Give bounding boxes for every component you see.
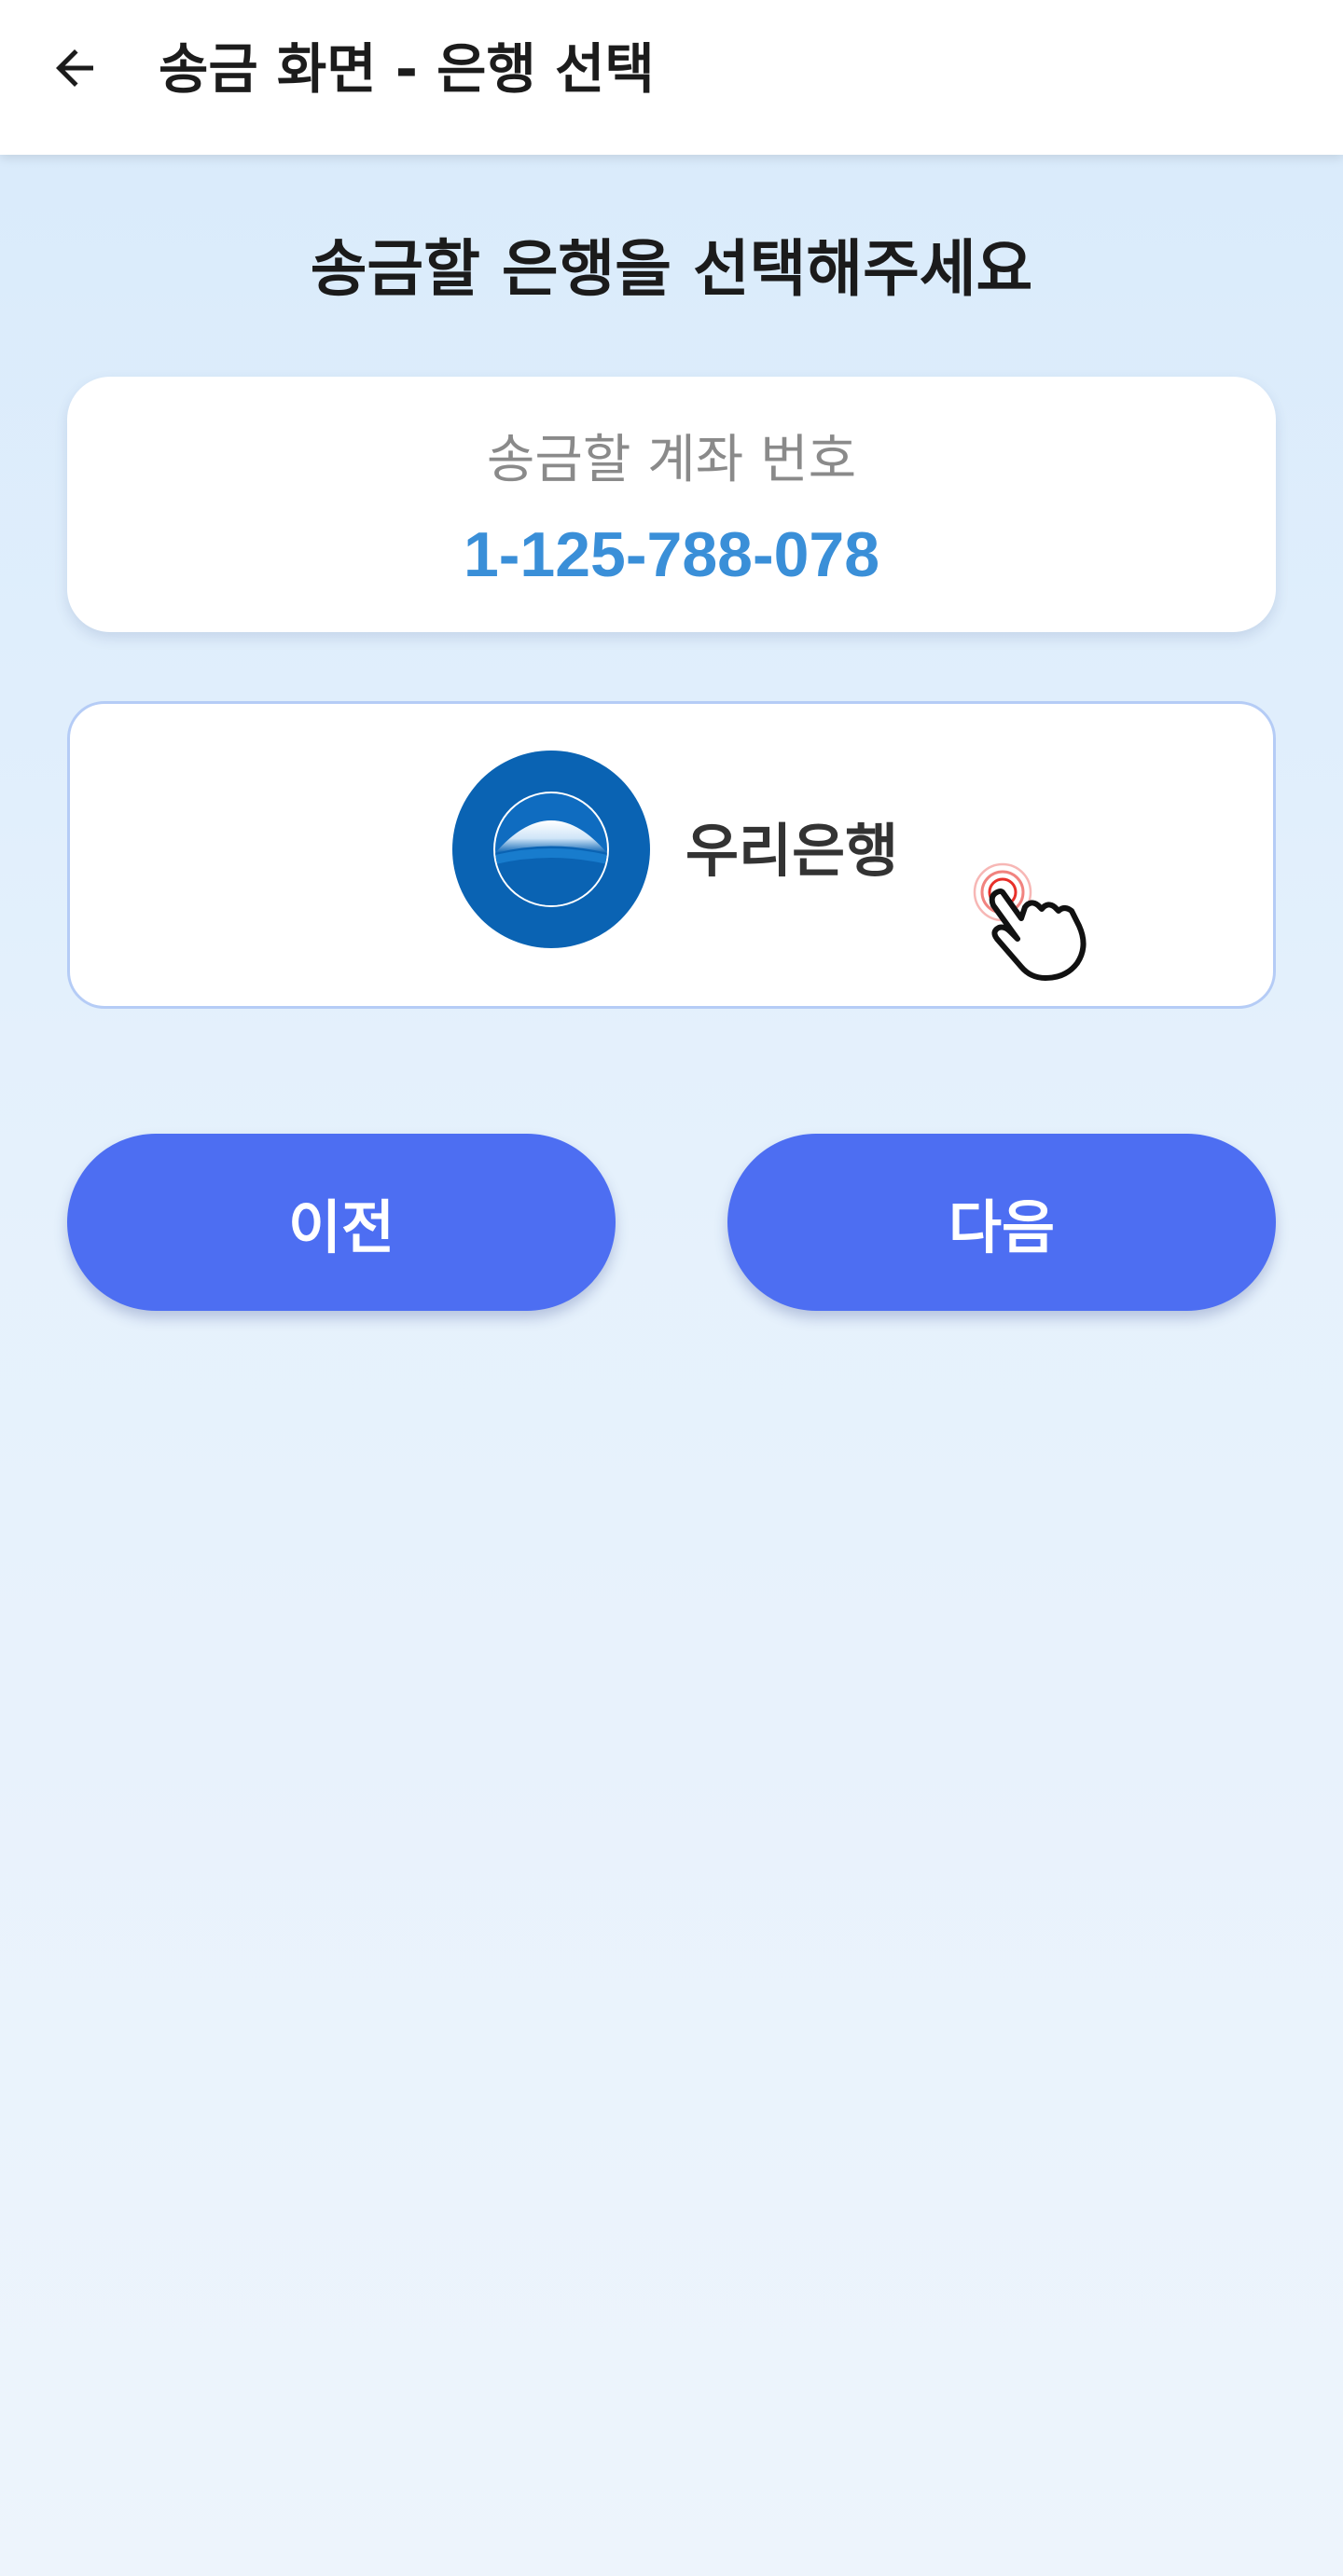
bank-option-woori[interactable]: 우리은행: [67, 701, 1276, 1009]
next-button[interactable]: 다음: [727, 1134, 1276, 1311]
app-title: 송금 화면 - 은행 선택: [159, 37, 655, 101]
bank-name: 우리은행: [685, 817, 899, 885]
page-heading: 송금할 은행을 선택해주세요: [310, 233, 1033, 305]
account-number: 1-125-788-078: [463, 519, 880, 590]
prev-button[interactable]: 이전: [67, 1134, 616, 1311]
tap-hand-cursor-icon: [973, 862, 1087, 981]
app-bar: 송금 화면 - 은행 선택: [0, 0, 1343, 155]
arrow-left-icon: [56, 49, 93, 87]
account-card: 송금할 계좌 번호 1-125-788-078: [67, 377, 1276, 632]
account-label: 송금할 계좌 번호: [486, 430, 857, 490]
back-button[interactable]: [37, 31, 112, 105]
woori-bank-logo-icon: [452, 751, 650, 948]
